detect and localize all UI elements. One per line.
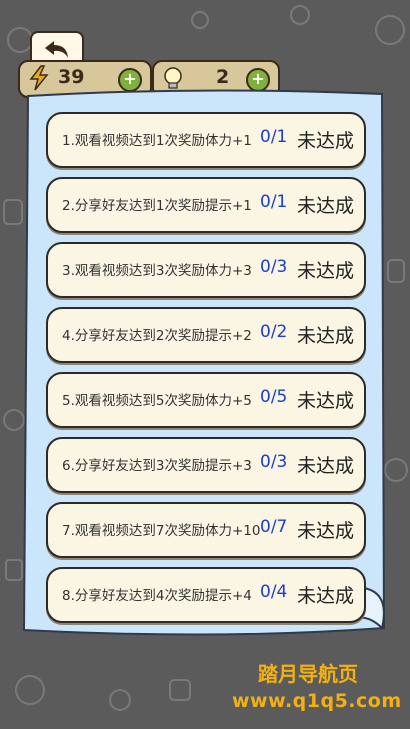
task-label: 3.观看视频达到3次奖励体力+3 xyxy=(62,263,252,279)
task-label: 1.观看视频达到1次奖励体力+1 xyxy=(62,133,252,149)
task-card-4[interactable]: 4.分享好友达到2次奖励提示+2 0/2 未达成 xyxy=(46,307,366,363)
task-card-7[interactable]: 7.观看视频达到7次奖励体力+10 0/7 未达成 xyxy=(46,502,366,558)
watermark-title: 踏月导航页 xyxy=(258,662,358,686)
task-progress: 0/3 xyxy=(260,452,288,472)
task-label: 4.分享好友达到2次奖励提示+2 xyxy=(62,328,252,344)
task-status: 未达成 xyxy=(296,195,354,217)
task-progress: 0/7 xyxy=(260,517,288,537)
hint-value: 2 xyxy=(216,66,230,88)
task-progress: 0/3 xyxy=(260,257,288,277)
energy-value: 39 xyxy=(58,66,85,88)
task-label: 6.分享好友达到3次奖励提示+3 xyxy=(62,458,252,474)
task-progress: 0/2 xyxy=(260,322,288,342)
task-status: 未达成 xyxy=(296,390,354,412)
task-card-8[interactable]: 8.分享好友达到4次奖励提示+4 0/4 未达成 xyxy=(46,567,366,623)
task-progress: 0/1 xyxy=(260,127,288,147)
watermark-url: www.q1q5.com xyxy=(232,690,402,712)
task-status: 未达成 xyxy=(296,520,354,542)
task-status: 未达成 xyxy=(296,585,354,607)
task-card-5[interactable]: 5.观看视频达到5次奖励体力+5 0/5 未达成 xyxy=(46,372,366,428)
task-card-2[interactable]: 2.分享好友达到1次奖励提示+1 0/1 未达成 xyxy=(46,177,366,233)
task-label: 7.观看视频达到7次奖励体力+10 xyxy=(62,523,261,539)
task-label: 5.观看视频达到5次奖励体力+5 xyxy=(62,393,252,409)
task-progress: 0/5 xyxy=(260,387,288,407)
task-status: 未达成 xyxy=(296,325,354,347)
task-card-6[interactable]: 6.分享好友达到3次奖励提示+3 0/3 未达成 xyxy=(46,437,366,493)
task-card-1[interactable]: 1.观看视频达到1次奖励体力+1 0/1 未达成 xyxy=(46,112,366,168)
task-status: 未达成 xyxy=(296,130,354,152)
task-label: 8.分享好友达到4次奖励提示+4 xyxy=(62,588,252,604)
task-progress: 0/4 xyxy=(260,582,288,602)
back-arrow-icon xyxy=(45,41,68,58)
task-card-3[interactable]: 3.观看视频达到3次奖励体力+3 0/3 未达成 xyxy=(46,242,366,298)
task-status: 未达成 xyxy=(296,260,354,282)
task-progress: 0/1 xyxy=(260,192,288,212)
task-label: 2.分享好友达到1次奖励提示+1 xyxy=(62,198,252,214)
task-status: 未达成 xyxy=(296,455,354,477)
